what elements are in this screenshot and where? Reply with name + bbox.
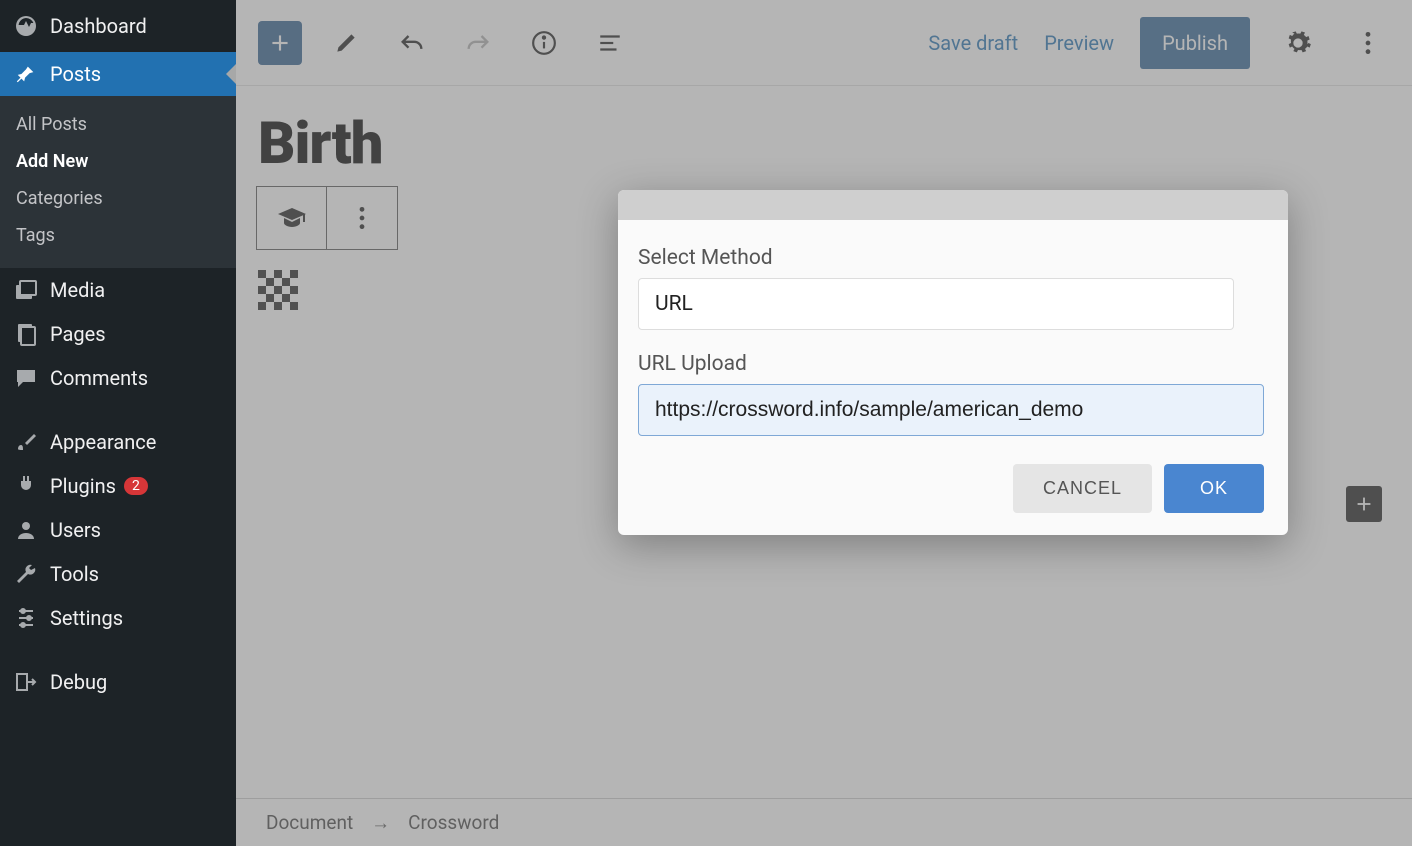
- sidebar-label: Dashboard: [50, 14, 147, 38]
- submenu-categories[interactable]: Categories: [0, 180, 236, 217]
- sidebar-label: Pages: [50, 322, 106, 346]
- comments-icon: [12, 367, 40, 389]
- modal-titlebar: [618, 190, 1288, 220]
- sidebar-item-posts[interactable]: Posts: [0, 52, 236, 96]
- sidebar-item-pages[interactable]: Pages: [0, 312, 236, 356]
- upload-modal: Select Method URL URL Upload CANCEL OK: [618, 190, 1288, 535]
- sidebar-label: Settings: [50, 606, 123, 630]
- method-select-value: URL: [655, 292, 693, 316]
- admin-sidebar: Dashboard Posts All Posts Add New Catego…: [0, 0, 236, 846]
- cancel-button[interactable]: CANCEL: [1013, 464, 1152, 513]
- pages-icon: [12, 322, 40, 346]
- url-upload-label: URL Upload: [638, 352, 1268, 376]
- sidebar-label: Media: [50, 278, 105, 302]
- dashboard-icon: [12, 14, 40, 38]
- ok-button[interactable]: OK: [1164, 464, 1264, 513]
- sidebar-item-comments[interactable]: Comments: [0, 356, 236, 400]
- url-input[interactable]: [638, 384, 1264, 436]
- sidebar-label: Users: [50, 518, 101, 542]
- submenu-add-new[interactable]: Add New: [0, 143, 236, 180]
- sidebar-item-media[interactable]: Media: [0, 268, 236, 312]
- plugins-badge: 2: [124, 477, 148, 495]
- sidebar-item-debug[interactable]: Debug: [0, 660, 236, 704]
- sidebar-label: Debug: [50, 670, 107, 694]
- posts-submenu: All Posts Add New Categories Tags: [0, 96, 236, 268]
- sidebar-item-dashboard[interactable]: Dashboard: [0, 0, 236, 52]
- sidebar-item-settings[interactable]: Settings: [0, 596, 236, 640]
- sidebar-label: Appearance: [50, 430, 156, 454]
- sidebar-item-appearance[interactable]: Appearance: [0, 420, 236, 464]
- editor-main: Save draft Preview Publish Birth: [236, 0, 1412, 846]
- sliders-icon: [12, 607, 40, 629]
- sidebar-label: Comments: [50, 366, 148, 390]
- method-select[interactable]: URL: [638, 278, 1234, 330]
- submenu-tags[interactable]: Tags: [0, 217, 236, 254]
- wrench-icon: [12, 562, 40, 586]
- brush-icon: [12, 430, 40, 454]
- select-method-label: Select Method: [638, 246, 1268, 270]
- sidebar-label: Plugins: [50, 474, 116, 498]
- media-icon: [12, 279, 40, 301]
- pin-icon: [12, 63, 40, 85]
- sidebar-item-tools[interactable]: Tools: [0, 552, 236, 596]
- exit-icon: [12, 670, 40, 694]
- user-icon: [12, 519, 40, 541]
- sidebar-label: Tools: [50, 562, 99, 586]
- plug-icon: [12, 474, 40, 498]
- submenu-all-posts[interactable]: All Posts: [0, 106, 236, 143]
- sidebar-item-users[interactable]: Users: [0, 508, 236, 552]
- sidebar-label: Posts: [50, 62, 101, 86]
- sidebar-item-plugins[interactable]: Plugins 2: [0, 464, 236, 508]
